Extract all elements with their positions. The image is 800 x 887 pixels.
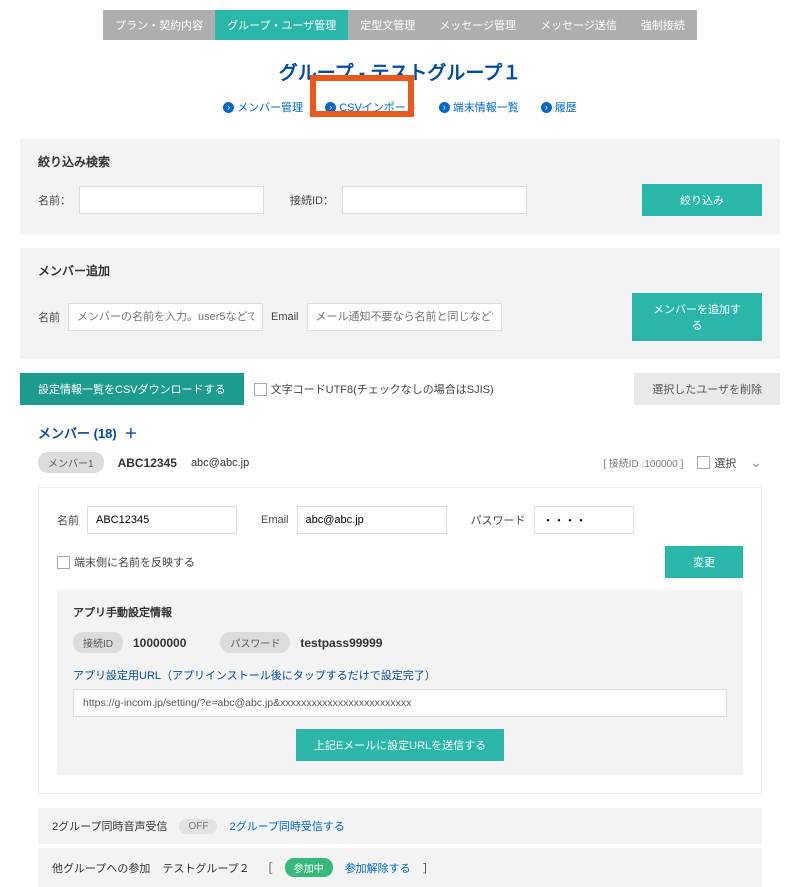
subnav-member-mgmt[interactable]: メンバー管理 bbox=[223, 99, 303, 115]
app-pw-label-badge: パスワード bbox=[220, 632, 290, 653]
add-member-heading: メンバー追加 bbox=[38, 262, 762, 279]
member-select-label: 選択 bbox=[714, 455, 736, 471]
chevron-down-icon[interactable]: ⌄ bbox=[750, 454, 762, 471]
add-member-panel: メンバー追加 名前 Email メンバーを追加する bbox=[20, 248, 780, 359]
app-url-label: アプリ設定用URL（アプリインストール後にタップするだけで設定完了） bbox=[73, 667, 727, 683]
change-button[interactable]: 変更 bbox=[665, 546, 743, 578]
top-tabs: プラン・契約内容 グループ・ユーザ管理 定型文管理 メッセージ管理 メッセージ送… bbox=[20, 10, 780, 40]
reflect-name-checkbox[interactable]: 端末側に名前を反映する bbox=[57, 554, 195, 570]
tab-group[interactable]: グループ・ユーザ管理 bbox=[215, 10, 348, 40]
checkbox-icon bbox=[254, 383, 267, 396]
tab-msgsend[interactable]: メッセージ送信 bbox=[528, 10, 629, 40]
detail-name-label: 名前 bbox=[57, 512, 79, 528]
tab-msgmgmt[interactable]: メッセージ管理 bbox=[427, 10, 528, 40]
dual-group-audio-row: 2グループ同時音声受信 OFF 2グループ同時受信する bbox=[38, 808, 762, 844]
subnav-csv-import[interactable]: CSVインポート bbox=[325, 99, 417, 115]
dual-group-status-badge: OFF bbox=[179, 819, 217, 834]
tab-plan[interactable]: プラン・契約内容 bbox=[103, 10, 215, 40]
add-email-input[interactable] bbox=[307, 303, 502, 331]
page-title: グループ - テストグループ１ bbox=[20, 58, 780, 85]
detail-email-input[interactable] bbox=[297, 506, 447, 534]
tab-force[interactable]: 強制接続 bbox=[629, 10, 697, 40]
send-url-email-button[interactable]: 上記Eメールに設定URLを送信する bbox=[296, 729, 504, 761]
member-name: ABC12345 bbox=[118, 456, 177, 470]
reflect-name-label: 端末側に名前を反映する bbox=[74, 554, 195, 570]
checkbox-icon bbox=[697, 456, 710, 469]
detail-pw-label: パスワード bbox=[471, 512, 526, 528]
member-row[interactable]: メンバー1 ABC12345 abc@abc.jp [ 接続ID :100000… bbox=[38, 452, 762, 473]
subnav-device-list[interactable]: 端末情報一覧 bbox=[439, 99, 519, 115]
csv-download-button[interactable]: 設定情報一覧をCSVダウンロードする bbox=[20, 373, 244, 405]
filter-name-input[interactable] bbox=[79, 186, 264, 214]
filter-connid-label: 接続ID： bbox=[290, 192, 334, 208]
utf8-checkbox[interactable]: 文字コードUTF8(チェックなしの場合はSJIS) bbox=[254, 381, 494, 397]
detail-name-input[interactable] bbox=[87, 506, 237, 534]
other-group-leave-link[interactable]: 参加解除する bbox=[345, 860, 411, 876]
add-name-label: 名前 bbox=[38, 309, 60, 325]
members-header: メンバー (18) ＋ bbox=[20, 423, 780, 452]
utf8-label: 文字コードUTF8(チェックなしの場合はSJIS) bbox=[271, 381, 494, 397]
subnav: メンバー管理 CSVインポート 端末情報一覧 履歴 bbox=[20, 99, 780, 115]
member-detail: 名前 Email パスワード 端末側に名前を反映する 変更 アプリ手動設定情報 … bbox=[38, 487, 762, 794]
filter-panel: 絞り込み検索 名前： 接続ID： 絞り込み bbox=[20, 139, 780, 234]
filter-heading: 絞り込み検索 bbox=[38, 153, 762, 170]
members-count: メンバー (18) bbox=[38, 426, 117, 441]
csv-bar: 設定情報一覧をCSVダウンロードする 文字コードUTF8(チェックなしの場合はS… bbox=[20, 373, 780, 405]
member-select-checkbox[interactable]: 選択 bbox=[697, 455, 736, 471]
member-connid: [ 接続ID :100000 ] bbox=[603, 455, 683, 470]
app-pw-value: testpass99999 bbox=[300, 636, 382, 650]
dual-group-label: 2グループ同時音声受信 bbox=[52, 818, 167, 834]
other-group-row: 他グループへの参加 テストグループ２ ［ 参加中 参加解除する ］ bbox=[38, 848, 762, 887]
connid-value: 10000000 bbox=[133, 636, 186, 650]
add-name-input[interactable] bbox=[68, 303, 263, 331]
app-info-title: アプリ手動設定情報 bbox=[73, 604, 727, 620]
connid-label-badge: 接続ID bbox=[73, 632, 123, 653]
other-group-status-badge: 参加中 bbox=[285, 858, 333, 877]
add-email-label: Email bbox=[271, 311, 299, 323]
filter-connid-input[interactable] bbox=[342, 186, 527, 214]
other-group-name: テストグループ２ bbox=[162, 860, 249, 876]
filter-submit-button[interactable]: 絞り込み bbox=[642, 184, 762, 216]
dual-group-enable-link[interactable]: 2グループ同時受信する bbox=[229, 818, 344, 834]
app-manual-settings: アプリ手動設定情報 接続ID 10000000 パスワード testpass99… bbox=[57, 590, 743, 775]
filter-name-label: 名前： bbox=[38, 192, 71, 208]
add-member-icon[interactable]: ＋ bbox=[124, 426, 137, 441]
app-url-box[interactable]: https://g-incom.jp/setting/?e=abc@abc.jp… bbox=[73, 689, 727, 717]
detail-pw-input[interactable] bbox=[534, 506, 634, 534]
other-group-label: 他グループへの参加 bbox=[52, 860, 150, 876]
subnav-history[interactable]: 履歴 bbox=[541, 99, 577, 115]
add-member-button[interactable]: メンバーを追加する bbox=[632, 293, 762, 341]
delete-selected-button[interactable]: 選択したユーザを削除 bbox=[634, 373, 780, 405]
checkbox-icon bbox=[57, 556, 70, 569]
detail-email-label: Email bbox=[261, 514, 289, 526]
tab-template[interactable]: 定型文管理 bbox=[348, 10, 427, 40]
member-email: abc@abc.jp bbox=[191, 457, 589, 469]
member-index-badge: メンバー1 bbox=[38, 452, 104, 473]
